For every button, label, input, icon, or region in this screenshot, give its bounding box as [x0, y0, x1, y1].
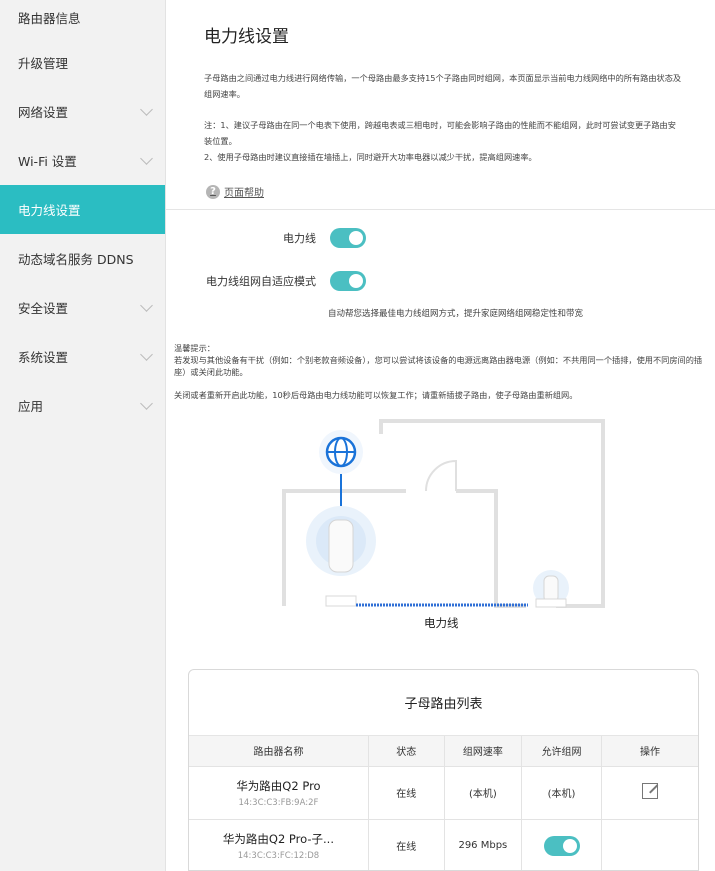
table-header: 路由器名称 状态 组网速率 允许组网 操作 — [189, 736, 698, 767]
router-icon — [306, 506, 376, 576]
adaptive-mode-toggle[interactable] — [330, 271, 366, 291]
column-header: 操作 — [601, 736, 698, 767]
adaptive-toggle-label: 电力线组网自适应模式 — [206, 275, 316, 288]
help-link-label: 页面帮助 — [224, 188, 264, 199]
sidebar-item-wifi[interactable]: Wi-Fi 设置 — [0, 136, 165, 185]
allow-network-toggle[interactable] — [543, 835, 580, 856]
router-rate: 296 Mbps — [444, 819, 523, 870]
sidebar-item-label: 路由器信息 — [18, 10, 81, 26]
divider — [166, 209, 715, 210]
sidebar-item-label: 电力线设置 — [18, 203, 81, 218]
tips-line-1: 若发现与其他设备有干扰（例如：个别老款音频设备），您可以尝试将该设备的电源远离路… — [174, 355, 703, 377]
sidebar-item-network[interactable]: 网络设置 — [0, 87, 165, 136]
door-arc — [425, 459, 457, 492]
router-list-card: 子母路由列表 路由器名称 状态 组网速率 允许组网 操作 华为路由Q2 Pro … — [188, 669, 699, 871]
column-header: 允许组网 — [521, 736, 602, 767]
note-line-2: 2、使用子母路由时建议直接插在墙插上，同时避开大功率电器以减少干扰，提高组网速率… — [204, 152, 537, 162]
chevron-down-icon — [140, 396, 153, 410]
power-strip — [535, 598, 567, 608]
sidebar: 路由器信息 升级管理 网络设置 Wi-Fi 设置 电力线设置 动态域名服务 DD… — [0, 0, 166, 871]
note-line-1: 注：1、建议子母路由在同一个电表下使用，跨越电表或三相电时，可能会影响子路由的性… — [204, 120, 676, 146]
sidebar-item-powerline[interactable]: 电力线设置 — [0, 185, 165, 234]
table-row: 华为路由Q2 Pro 14:3C:C3:FB:9A:2F 在线 (本机) (本机… — [189, 766, 698, 820]
router-status: 在线 — [368, 766, 445, 820]
sidebar-item-label: 升级管理 — [18, 56, 69, 71]
sidebar-item-router-info[interactable]: 路由器信息 — [0, 0, 165, 38]
sidebar-item-label: 动态域名服务 DDNS — [18, 252, 134, 267]
router-mac: 14:3C:C3:FB:9A:2F — [238, 797, 319, 808]
sidebar-item-system[interactable]: 系统设置 — [0, 332, 165, 381]
sidebar-item-label: 网络设置 — [18, 105, 69, 120]
router-name: 华为路由Q2 Pro — [236, 778, 321, 793]
column-header: 状态 — [368, 736, 445, 767]
router-action-cell — [601, 766, 698, 820]
power-strip — [325, 595, 357, 607]
router-list-title: 子母路由列表 — [189, 670, 698, 736]
router-name-cell: 华为路由Q2 Pro-子... 14:3C:C3:FC:12:D8 — [189, 819, 369, 870]
router-status: 在线 — [368, 819, 445, 870]
router-name: 华为路由Q2 Pro-子... — [222, 831, 334, 846]
sidebar-item-security[interactable]: 安全设置 — [0, 283, 165, 332]
illustration-caption: 电力线 — [424, 616, 459, 630]
router-action-cell — [601, 819, 698, 870]
adaptive-hint: 自动帮您选择最佳电力线组网方式，提升家庭网络组网稳定性和带宽 — [328, 309, 584, 319]
chevron-down-icon — [140, 102, 153, 116]
note-text: 注：1、建议子母路由在同一个电表下使用，跨越电表或三相电时，可能会影响子路由的性… — [204, 117, 684, 165]
globe-icon — [319, 430, 363, 474]
sidebar-item-label: Wi-Fi 设置 — [18, 154, 77, 169]
edit-icon[interactable] — [641, 783, 658, 799]
router-allow: (本机) — [521, 766, 602, 820]
powerline-toggle[interactable] — [330, 228, 366, 248]
chevron-down-icon — [140, 347, 153, 361]
help-link[interactable]: ? 页面帮助 — [206, 184, 264, 199]
router-name-cell: 华为路由Q2 Pro 14:3C:C3:FB:9A:2F — [189, 766, 369, 820]
sidebar-item-label: 系统设置 — [18, 350, 69, 365]
chevron-down-icon — [140, 151, 153, 165]
router-mac: 14:3C:C3:FC:12:D8 — [237, 850, 320, 861]
powerline-row: 电力线 — [166, 228, 366, 248]
powerline-toggle-label: 电力线 — [283, 232, 316, 245]
sidebar-item-ddns[interactable]: 动态域名服务 DDNS — [0, 234, 165, 283]
sidebar-item-apps[interactable]: 应用 — [0, 381, 165, 430]
column-header: 路由器名称 — [189, 736, 369, 767]
page-title: 电力线设置 — [204, 27, 289, 47]
tips-block: 温馨提示： 若发现与其他设备有干扰（例如：个别老款音频设备），您可以尝试将该设备… — [174, 342, 704, 401]
router-allow-cell — [521, 819, 602, 870]
sidebar-item-label: 应用 — [18, 399, 44, 414]
router-rate: (本机) — [444, 766, 523, 820]
help-icon: ? — [206, 184, 220, 199]
column-header: 组网速率 — [444, 736, 523, 767]
intro-text: 子母路由之间通过电力线进行网络传输，一个母路由最多支持15个子路由同时组网，本页… — [204, 73, 682, 99]
powerline-illustration — [282, 419, 605, 608]
router-table: 路由器名称 状态 组网速率 允许组网 操作 华为路由Q2 Pro 14:3C:C… — [189, 736, 698, 870]
chevron-down-icon — [140, 298, 153, 312]
table-row: 华为路由Q2 Pro-子... 14:3C:C3:FC:12:D8 在线 296… — [189, 819, 698, 870]
tips-line-2: 关闭或者重新开启此功能，10秒后母路由电力线功能可以恢复工作；请重新插拔子路由，… — [174, 390, 578, 400]
tips-title: 温馨提示： — [174, 343, 215, 353]
main-content: 电力线设置 子母路由之间通过电力线进行网络传输，一个母路由最多支持15个子路由同… — [166, 0, 715, 871]
adaptive-row: 电力线组网自适应模式 — [166, 271, 366, 291]
sidebar-item-label: 安全设置 — [18, 301, 69, 316]
sidebar-item-upgrade[interactable]: 升级管理 — [0, 38, 165, 87]
